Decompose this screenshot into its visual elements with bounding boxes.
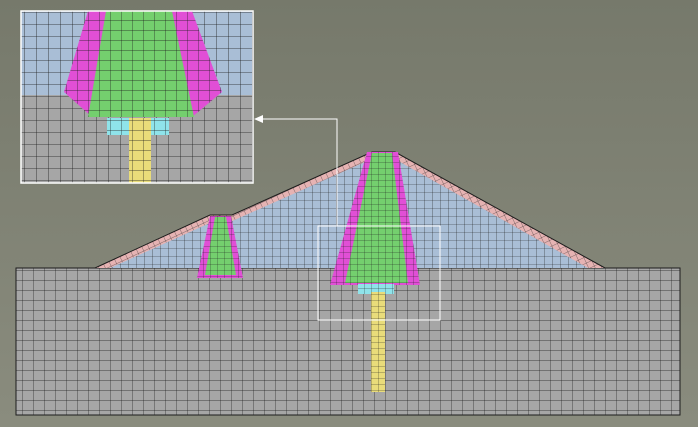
- mesh-diagram: [0, 0, 698, 427]
- foundation-block: [15, 267, 681, 416]
- fe-mesh-figure: [0, 0, 698, 427]
- inset-detail-view: [21, 11, 253, 183]
